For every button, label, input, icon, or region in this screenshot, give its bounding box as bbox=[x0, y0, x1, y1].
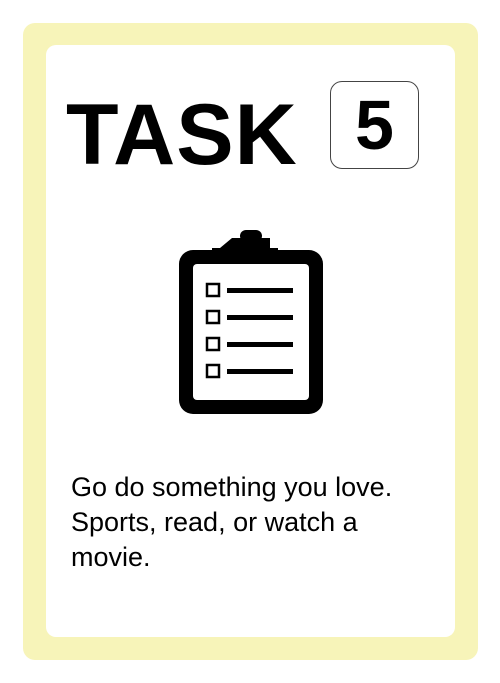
task-number-badge: 5 bbox=[330, 81, 419, 169]
task-description: Go do something you love. Sports, read, … bbox=[71, 472, 393, 572]
clipboard-checklist-icon bbox=[176, 226, 326, 423]
card-title: TASK bbox=[66, 87, 298, 183]
